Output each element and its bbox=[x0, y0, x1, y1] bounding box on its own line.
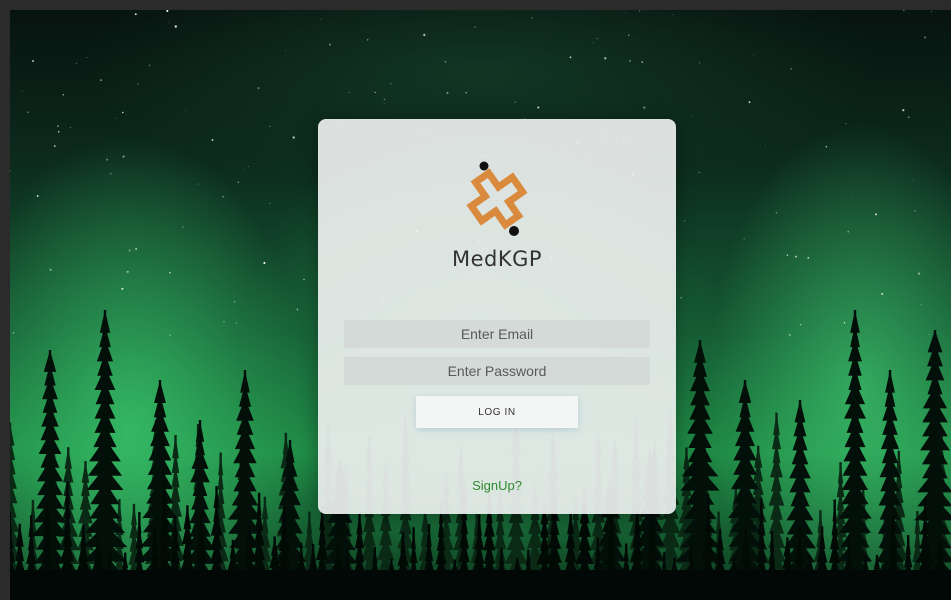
medkgp-cross-logo-icon bbox=[466, 161, 528, 236]
login-card: MedKGP LOG IN SignUp? bbox=[318, 119, 676, 514]
background-scene: MedKGP LOG IN SignUp? bbox=[10, 10, 951, 600]
window-frame: MedKGP LOG IN SignUp? bbox=[0, 0, 951, 600]
signup-link[interactable]: SignUp? bbox=[318, 478, 676, 493]
password-field[interactable] bbox=[344, 357, 650, 385]
email-field[interactable] bbox=[344, 320, 650, 348]
brand-name: MedKGP bbox=[451, 247, 543, 271]
login-button[interactable]: LOG IN bbox=[416, 396, 578, 428]
